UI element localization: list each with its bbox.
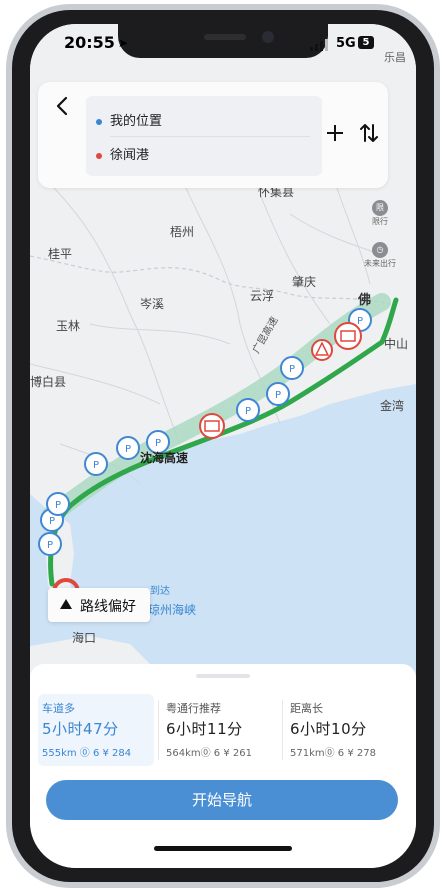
route-endpoints: 我的位置 徐闻港	[86, 96, 322, 176]
route-duration: 5小时47分	[42, 720, 119, 738]
service-area-icon[interactable]: P	[280, 356, 304, 380]
map-label: 乐昌	[384, 51, 406, 64]
svg-text:P: P	[289, 364, 295, 375]
signal-icon	[310, 39, 328, 51]
service-area-icon[interactable]: P	[84, 452, 108, 476]
map-label: 玉林	[56, 319, 80, 333]
network-type: 5G	[336, 36, 356, 51]
origin-text: 我的位置	[110, 114, 163, 129]
map-label: 博白县	[30, 374, 66, 389]
route-preference-button[interactable]: 路线偏好	[48, 588, 150, 622]
service-area-icon[interactable]: P	[236, 398, 260, 422]
plus-icon	[327, 125, 343, 141]
route-option-1[interactable]: 车道多 5小时47分 555km ⓪ 6 ¥ 284	[38, 694, 154, 766]
destination-text: 徐闻港	[110, 148, 150, 163]
map-label: 琼州海峡	[148, 602, 196, 617]
route-info: 571km⓪ 6 ¥ 278	[290, 748, 376, 759]
home-indicator[interactable]	[154, 846, 292, 851]
location-arrow-icon: ➤	[118, 36, 129, 50]
route-tag: 距离长	[290, 702, 323, 715]
origin-row[interactable]: 我的位置	[96, 110, 162, 129]
route-info: 564km⓪ 6 ¥ 261	[166, 748, 252, 759]
map-label: 岑溪	[140, 297, 164, 311]
map-label: 肇庆	[292, 274, 316, 289]
future-travel-label: 未来出行	[364, 259, 396, 268]
route-duration: 6小时10分	[290, 720, 367, 738]
svg-text:P: P	[55, 500, 61, 511]
status-time: 20:55	[64, 33, 115, 52]
route-duration: 6小时11分	[166, 720, 243, 738]
map-label: 到达	[150, 585, 170, 597]
service-area-icon[interactable]: P	[38, 532, 62, 556]
sheet-drag-handle[interactable]	[196, 674, 250, 678]
map-label: 沈海高速	[140, 450, 188, 465]
svg-text:P: P	[245, 406, 251, 417]
restriction-icon: 限	[372, 200, 388, 216]
speed-camera-icon[interactable]	[334, 322, 362, 350]
destination-dot-icon	[96, 152, 102, 159]
svg-text:P: P	[275, 390, 281, 401]
route-options: 车道多 5小时47分 555km ⓪ 6 ¥ 284 粤通行推荐 6小时11分 …	[38, 694, 408, 770]
route-option-2[interactable]: 粤通行推荐 6小时11分 564km⓪ 6 ¥ 261	[162, 694, 278, 766]
status-bar: 20:55 ➤ 5G 5	[30, 24, 416, 58]
map-label: 海口	[72, 630, 96, 645]
svg-text:P: P	[49, 516, 55, 527]
future-travel-button[interactable]: ◷ 未来出行	[360, 242, 400, 269]
map-label: 云浮	[250, 289, 274, 303]
service-area-icon[interactable]: P	[266, 382, 290, 406]
map-label: 桂平	[48, 246, 72, 261]
start-navigation-button[interactable]: 开始导航	[46, 780, 398, 820]
restriction-button[interactable]: 限 限行	[360, 200, 400, 227]
speed-camera-icon[interactable]	[199, 413, 225, 439]
map-label: 梧州	[170, 224, 194, 239]
back-icon[interactable]	[50, 92, 76, 120]
route-tag: 粤通行推荐	[166, 702, 221, 715]
clock-icon: ◷	[372, 242, 388, 258]
add-waypoint-button[interactable]	[324, 122, 346, 144]
route-info: 555km ⓪ 6 ¥ 284	[42, 748, 132, 759]
warning-icon[interactable]	[311, 339, 333, 361]
map-label: 金湾	[380, 398, 404, 413]
destination-row[interactable]: 徐闻港	[96, 144, 149, 163]
restriction-label: 限行	[372, 217, 388, 226]
triangle-up-icon	[60, 599, 72, 609]
service-area-icon[interactable]: P	[46, 492, 70, 516]
origin-dot-icon	[96, 118, 102, 125]
map-label: 佛	[357, 292, 371, 308]
service-area-icon[interactable]: P	[146, 430, 170, 454]
phone-frame: P P P P P P P P P P 怀集县 梧州 桂平 岑溪 云浮 肇庆 玉…	[0, 0, 446, 892]
route-options-sheet: 车道多 5小时47分 555km ⓪ 6 ¥ 284 粤通行推荐 6小时11分 …	[30, 664, 416, 868]
map-side-controls: 限 限行 ◷ 未来出行	[360, 200, 400, 284]
route-preference-label: 路线偏好	[80, 599, 136, 615]
swap-route-button[interactable]	[356, 120, 382, 146]
route-tag: 车道多	[42, 702, 75, 715]
svg-text:P: P	[125, 444, 131, 455]
svg-text:P: P	[47, 540, 53, 551]
screen: P P P P P P P P P P 怀集县 梧州 桂平 岑溪 云浮 肇庆 玉…	[30, 24, 416, 868]
service-area-icon[interactable]: P	[116, 436, 140, 460]
battery-icon: 5	[358, 36, 374, 49]
svg-text:P: P	[93, 460, 99, 471]
map-label: 中山	[384, 336, 408, 351]
svg-text:P: P	[357, 316, 363, 327]
svg-text:P: P	[155, 438, 161, 449]
route-option-3[interactable]: 距离长 6小时10分 571km⓪ 6 ¥ 278	[286, 694, 402, 766]
